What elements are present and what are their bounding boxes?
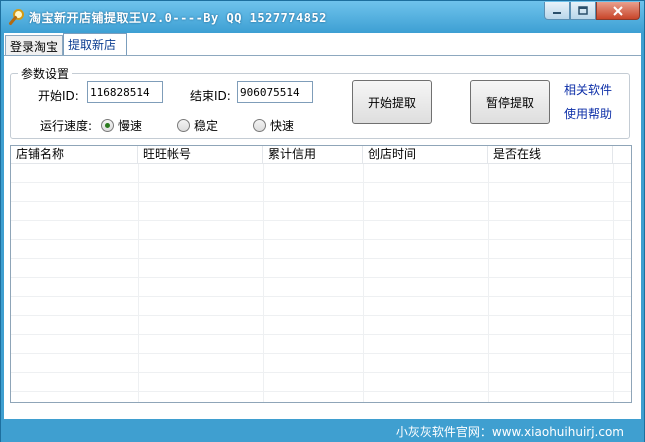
table-row: [11, 297, 631, 316]
table-row: [11, 373, 631, 392]
end-id-label: 结束ID:: [190, 89, 231, 103]
start-id-input[interactable]: [87, 81, 163, 103]
table-row: [11, 259, 631, 278]
client-area: 登录淘宝 提取新店 参数设置 开始ID: 结束ID: 运行速度: 慢速 稳定 快…: [4, 33, 641, 419]
table-row: [11, 202, 631, 221]
speed-option-fast[interactable]: 快速: [253, 117, 294, 134]
close-icon: [613, 5, 623, 16]
table-header: 店铺名称 旺旺帐号 累计信用 创店时间 是否在线: [11, 146, 631, 164]
table-row: [11, 240, 631, 259]
speed-option-stable-label: 稳定: [194, 119, 219, 133]
start-extract-button[interactable]: 开始提取: [352, 80, 432, 124]
radio-slow[interactable]: [101, 119, 114, 132]
end-id-input[interactable]: [237, 81, 313, 103]
tab-login-taobao[interactable]: 登录淘宝: [5, 35, 63, 55]
table-row: [11, 221, 631, 240]
minimize-button[interactable]: [544, 2, 570, 20]
search-magnifier-icon: [9, 9, 24, 25]
table-row: [11, 278, 631, 297]
maximize-icon: [578, 6, 588, 15]
speed-option-fast-label: 快速: [270, 119, 295, 133]
column-online[interactable]: 是否在线: [488, 146, 613, 163]
radio-stable[interactable]: [177, 119, 190, 132]
maximize-button[interactable]: [570, 2, 596, 20]
table-row: [11, 354, 631, 373]
help-link[interactable]: 使用帮助: [564, 105, 612, 122]
shop-list-table[interactable]: 店铺名称 旺旺帐号 累计信用 创店时间 是否在线: [10, 145, 632, 403]
table-row: [11, 164, 631, 183]
title-bar[interactable]: 淘宝新开店铺提取王V2.0----By QQ 1527774852: [1, 1, 644, 33]
pause-extract-button[interactable]: 暂停提取: [470, 80, 550, 124]
table-row: [11, 316, 631, 335]
tab-extract-new-shops[interactable]: 提取新店: [63, 33, 127, 55]
speed-option-slow-label: 慢速: [118, 119, 143, 133]
params-group-title: 参数设置: [18, 65, 73, 82]
speed-option-slow[interactable]: 慢速: [101, 117, 142, 134]
status-website-text: 小灰灰软件官网：www.xiaohuihuirj.com: [395, 425, 624, 439]
close-button[interactable]: [596, 2, 640, 20]
speed-option-stable[interactable]: 稳定: [177, 117, 218, 134]
speed-label: 运行速度:: [40, 119, 93, 133]
column-wangwang-account[interactable]: 旺旺帐号: [138, 146, 263, 163]
column-shop-created[interactable]: 创店时间: [363, 146, 488, 163]
minimize-icon: [553, 11, 561, 14]
radio-fast[interactable]: [253, 119, 266, 132]
window-controls: [544, 2, 640, 20]
status-bar: 小灰灰软件官网：www.xiaohuihuirj.com: [1, 419, 644, 442]
column-credit[interactable]: 累计信用: [263, 146, 363, 163]
table-body: [11, 164, 631, 402]
column-shop-name[interactable]: 店铺名称: [11, 146, 138, 163]
window-title: 淘宝新开店铺提取王V2.0----By QQ 1527774852: [29, 11, 327, 25]
tab-divider: [4, 55, 641, 56]
tab-strip: 登录淘宝 提取新店: [4, 33, 641, 56]
table-row: [11, 335, 631, 354]
related-software-link[interactable]: 相关软件: [564, 81, 612, 98]
app-window: 淘宝新开店铺提取王V2.0----By QQ 1527774852 登录淘宝 提…: [0, 0, 645, 442]
table-row: [11, 183, 631, 202]
start-id-label: 开始ID:: [38, 89, 79, 103]
